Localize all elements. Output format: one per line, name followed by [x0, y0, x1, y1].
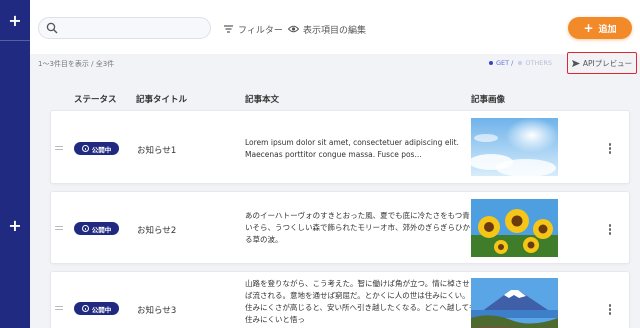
status-label: 公開中: [91, 145, 112, 154]
plus-icon: +: [583, 21, 594, 35]
result-count: 1〜3件目を表示 / 全3件: [38, 60, 115, 68]
table-row[interactable]: 公開中 お知らせ3 山路を登りながら、こう考えた。智に働けば角が立つ。情に棹させ…: [50, 271, 630, 328]
article-title: お知らせ1: [137, 146, 177, 156]
filter-button[interactable]: フィルター: [224, 21, 283, 37]
drag-handle-icon[interactable]: [55, 226, 63, 232]
status-badge: 公開中: [74, 222, 119, 235]
search-input[interactable]: [38, 17, 211, 39]
article-title: お知らせ3: [137, 306, 177, 316]
others-dot-icon: [518, 61, 523, 65]
eye-icon: [288, 25, 299, 33]
mount-fuji-image: [471, 278, 558, 328]
add-button-label: 追加: [598, 24, 617, 35]
api-method-indicator: GET / OTHERS: [489, 59, 552, 67]
row-menu-icon[interactable]: [608, 224, 612, 236]
api-separator: /: [511, 59, 514, 67]
filter-icon: [224, 25, 233, 33]
article-body: 山路を登りながら、こう考えた。智に働けば角が立つ。情に棹させば流される。意地を通…: [245, 279, 477, 324]
row-menu-icon[interactable]: [608, 304, 612, 316]
status-label: 公開中: [91, 225, 112, 234]
table-row[interactable]: 公開中 お知らせ2 あのイーハトーヴォのすきとおった風、夏でも底に冷たさをもつ青…: [50, 191, 630, 264]
status-label: 公開中: [91, 305, 112, 314]
globe-icon: [81, 145, 89, 152]
drag-handle-icon[interactable]: [55, 146, 63, 152]
status-badge: 公開中: [74, 302, 119, 315]
search-icon: [46, 22, 58, 34]
add-service-plus-icon[interactable]: +: [8, 13, 22, 29]
content-header: フィルター 表示項目の編集 + 追加: [30, 0, 640, 54]
column-header-status[interactable]: ステータス: [74, 93, 117, 105]
globe-icon: [81, 305, 89, 312]
api-preview-label: APIプレビュー: [582, 58, 633, 68]
article-body: Lorem ipsum dolor sit amet, consectetuer…: [245, 138, 459, 159]
status-badge: 公開中: [74, 142, 119, 155]
api-preview-button[interactable]: APIプレビュー: [567, 52, 637, 74]
article-body: あのイーハトーヴォのすきとおった風、夏でも底に冷たさをもつ青いそら、うつくしい森…: [245, 211, 470, 244]
add-api-plus-icon[interactable]: +: [8, 218, 22, 234]
column-header-title[interactable]: 記事タイトル: [136, 93, 187, 105]
edit-columns-button[interactable]: 表示項目の編集: [288, 21, 366, 37]
filter-label: フィルター: [238, 25, 283, 36]
app-sidebar: + +: [0, 0, 30, 328]
api-get-label: GET: [496, 59, 510, 67]
article-title: お知らせ2: [137, 226, 177, 236]
sky-clouds-image: [471, 118, 558, 176]
row-menu-icon[interactable]: [608, 143, 612, 155]
send-icon: [571, 59, 580, 67]
column-header-body[interactable]: 記事本文: [245, 93, 279, 105]
drag-handle-icon[interactable]: [55, 306, 63, 312]
column-header-image[interactable]: 記事画像: [471, 93, 505, 105]
globe-icon: [81, 225, 89, 232]
get-dot-icon: [489, 61, 493, 65]
api-others-label: OTHERS: [525, 59, 553, 67]
add-button[interactable]: + 追加: [568, 17, 632, 39]
sunflowers-image: [471, 199, 558, 257]
edit-columns-label: 表示項目の編集: [303, 25, 367, 36]
sidebar-divider: [0, 40, 30, 41]
table-row[interactable]: 公開中 お知らせ1 Lorem ipsum dolor sit amet, co…: [50, 110, 630, 184]
